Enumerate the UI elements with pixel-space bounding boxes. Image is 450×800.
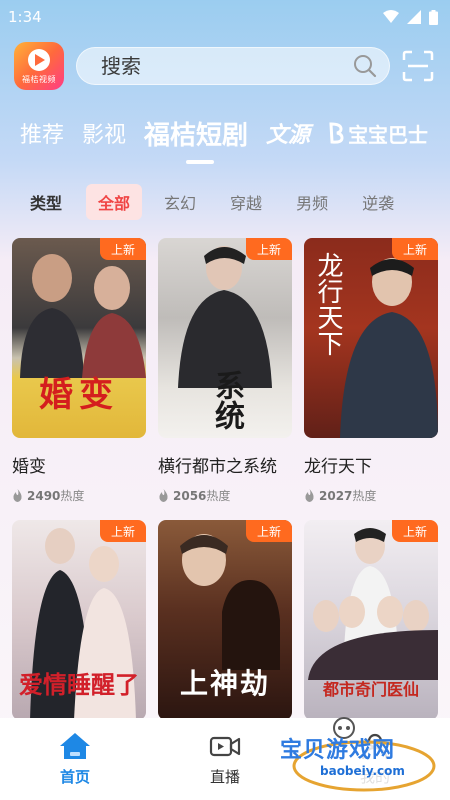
search-bar[interactable] bbox=[76, 47, 390, 85]
fire-icon bbox=[159, 489, 168, 502]
channel-tabs: 推荐 影视 福桔短剧 文源 宝宝巴士 bbox=[0, 108, 450, 164]
heat-value: 2027 bbox=[319, 489, 353, 503]
heat-info: 2490热度 bbox=[12, 487, 146, 504]
home-icon bbox=[60, 733, 90, 759]
filter-comeback[interactable]: 逆袭 bbox=[350, 184, 406, 220]
filter-fantasy[interactable]: 玄幻 bbox=[152, 184, 208, 220]
drama-card[interactable]: 系统 上新 横行都市之系统 2056热度 bbox=[158, 238, 292, 504]
status-time: 1:34 bbox=[8, 8, 42, 26]
new-badge: 上新 bbox=[100, 520, 146, 542]
poster-title: 上神劫 bbox=[179, 667, 270, 700]
drama-title[interactable]: 横行都市之系统 bbox=[158, 452, 292, 477]
new-badge: 上新 bbox=[246, 238, 292, 260]
search-icon[interactable] bbox=[353, 54, 377, 78]
search-input[interactable] bbox=[101, 54, 353, 78]
new-badge: 上新 bbox=[392, 238, 438, 260]
status-bar: 1:34 bbox=[0, 0, 450, 34]
nav-home-label: 首页 bbox=[59, 768, 90, 786]
filter-male[interactable]: 男频 bbox=[284, 184, 340, 220]
status-icons bbox=[383, 9, 438, 25]
tab-movies[interactable]: 影视 bbox=[82, 117, 126, 149]
filter-row: 类型 全部 玄幻 穿越 男频 逆袭 bbox=[0, 182, 450, 222]
babybus-logo-icon bbox=[329, 122, 344, 144]
watermark: 宝贝游戏网 baobeiy.com bbox=[278, 716, 448, 796]
filter-all[interactable]: 全部 bbox=[86, 184, 143, 220]
drama-card[interactable]: 龙行天下 上新 龙行天下 2027热度 bbox=[304, 238, 438, 504]
poster-title: 都市奇门医仙 bbox=[322, 680, 419, 699]
poster-title: 爱情睡醒了 bbox=[19, 670, 139, 699]
heat-info: 2027热度 bbox=[304, 487, 438, 504]
new-badge: 上新 bbox=[392, 520, 438, 542]
new-badge: 上新 bbox=[100, 238, 146, 260]
nav-live-label: 直播 bbox=[209, 768, 240, 786]
drama-poster[interactable]: 婚变 上新 bbox=[12, 238, 146, 438]
signal-icon bbox=[407, 10, 421, 24]
heat-value: 2056 bbox=[173, 489, 207, 503]
new-badge: 上新 bbox=[246, 520, 292, 542]
fire-icon bbox=[305, 489, 314, 502]
drama-poster[interactable]: 爱情睡醒了 上新 bbox=[12, 520, 146, 720]
poster-title: 系统 bbox=[209, 370, 244, 430]
app-logo[interactable]: 福桔视频 bbox=[14, 42, 64, 90]
fire-icon bbox=[13, 489, 22, 502]
drama-poster[interactable]: 上神劫 上新 bbox=[158, 520, 292, 720]
top-bar: 福桔视频 bbox=[0, 38, 450, 94]
watermark-text: 宝贝游戏网 bbox=[280, 738, 396, 763]
heat-label: 热度 bbox=[60, 489, 85, 503]
drama-title[interactable]: 婚变 bbox=[12, 452, 146, 477]
poster-title: 婚变 bbox=[39, 375, 119, 415]
drama-card[interactable]: 爱情睡醒了 上新 bbox=[12, 520, 146, 720]
heat-info: 2056热度 bbox=[158, 487, 292, 504]
poster-title: 龙行天下 bbox=[313, 252, 343, 356]
battery-icon bbox=[429, 9, 438, 25]
play-icon bbox=[28, 49, 50, 71]
drama-card[interactable]: 婚变 上新 婚变 2490热度 bbox=[12, 238, 146, 504]
filter-time-travel[interactable]: 穿越 bbox=[218, 184, 274, 220]
scan-icon[interactable] bbox=[402, 50, 434, 82]
drama-poster[interactable]: 都市奇门医仙 上新 bbox=[304, 520, 438, 720]
drama-poster[interactable]: 系统 上新 bbox=[158, 238, 292, 438]
nav-home[interactable]: 首页 bbox=[25, 732, 125, 787]
drama-card[interactable]: 上神劫 上新 bbox=[158, 520, 292, 720]
drama-poster[interactable]: 龙行天下 上新 bbox=[304, 238, 438, 438]
wifi-icon bbox=[383, 10, 399, 23]
tab-babybus-label: 宝宝巴士 bbox=[348, 122, 429, 147]
tab-recommend[interactable]: 推荐 bbox=[20, 117, 64, 149]
tab-wenyuan[interactable]: 文源 bbox=[266, 117, 310, 149]
heat-value: 2490 bbox=[27, 489, 61, 503]
video-icon bbox=[209, 736, 241, 757]
filter-label: 类型 bbox=[30, 194, 63, 213]
watermark-url: baobeiy.com bbox=[320, 764, 405, 778]
drama-title[interactable]: 龙行天下 bbox=[304, 452, 438, 477]
tab-short-drama[interactable]: 福桔短剧 bbox=[144, 115, 248, 164]
tab-babybus[interactable]: 宝宝巴士 bbox=[328, 119, 428, 148]
heat-label: 热度 bbox=[352, 489, 377, 503]
nav-live[interactable]: 直播 bbox=[175, 732, 275, 787]
heat-label: 热度 bbox=[206, 489, 231, 503]
logo-text: 福桔视频 bbox=[22, 75, 56, 84]
drama-card[interactable]: 都市奇门医仙 上新 bbox=[304, 520, 438, 720]
